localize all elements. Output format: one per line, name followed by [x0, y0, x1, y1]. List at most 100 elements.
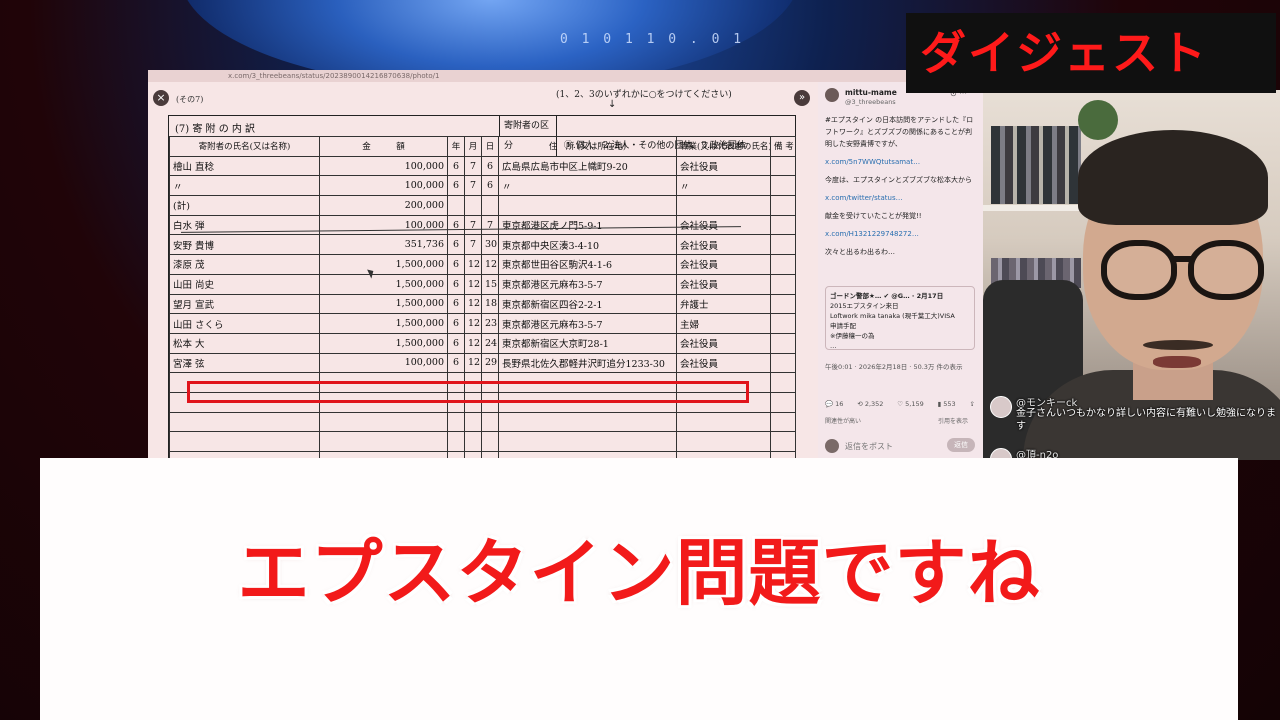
tweet-link[interactable]: x.com/H1321229748272… — [825, 228, 975, 240]
digest-badge: ダイジェスト — [906, 13, 1276, 93]
classification-box: 寄附者の区分 ①.個人 2.法人・その他の団体 3.政治団体 — [499, 116, 798, 156]
tweet-author-name[interactable]: mittu-mame — [845, 88, 897, 97]
cell-occupation: 〃 — [676, 175, 771, 197]
cell-address — [498, 431, 677, 452]
cell-name: (計) — [169, 195, 320, 216]
quote-author: ゴードン警部★… ✔ @G… · 2月17日 — [830, 292, 944, 300]
url-bar[interactable]: x.com/3_threebeans/status/20238900142168… — [148, 70, 983, 82]
table-row — [169, 411, 796, 433]
quote-line: … — [830, 342, 837, 350]
table-row: 漆原 茂 1,500,000 6 12 12 東京都世田谷区駒沢4-1-6 会社役員 — [169, 254, 796, 275]
table-row: 望月 宣武 1,500,000 6 12 18 東京都新宿区四谷2-2-1 弁護士 — [169, 293, 796, 315]
cell-m: 12 — [464, 273, 482, 295]
share-icon[interactable]: ⇪ — [970, 400, 975, 408]
cell-amount: 351,736 — [319, 234, 448, 256]
cell-d: 12 — [481, 254, 499, 275]
bookshelf-books — [991, 126, 1081, 204]
related-sort[interactable]: 関連性が高い — [825, 416, 861, 425]
cell-amount — [319, 431, 448, 452]
cell-remarks — [770, 175, 796, 197]
cell-address — [498, 411, 677, 433]
cell-d — [481, 431, 499, 452]
cell-m: 7 — [464, 234, 482, 256]
col-header-occupation: 職業(又は代表者の氏名) — [676, 136, 771, 157]
quoted-tweet[interactable]: ゴードン警部★… ✔ @G… · 2月17日 2015エプスタイン来日 Loft… — [825, 286, 975, 350]
cell-y: 6 — [447, 273, 465, 295]
cell-remarks — [770, 431, 796, 452]
cell-address — [498, 195, 677, 216]
cell-occupation: 会社役員 — [676, 273, 771, 295]
bookmark-count[interactable]: ▮ 553 — [938, 400, 956, 408]
section-title: (7) 寄 附 の 内 訳 — [175, 124, 256, 135]
retweet-count[interactable]: ⟲ 2,352 — [857, 400, 883, 408]
tweet-link[interactable]: x.com/twitter/status… — [825, 192, 975, 204]
close-icon[interactable]: × — [153, 90, 169, 106]
cell-address: 東京都新宿区大京町28-1 — [498, 332, 677, 354]
cell-amount: 200,000 — [319, 195, 448, 216]
cell-m — [464, 431, 482, 452]
globe-digits: 0 1 0 1 1 0 . 0 1 — [560, 32, 745, 47]
caption-text: エプスタイン問題ですね — [237, 531, 1041, 615]
bookshelf — [983, 205, 1093, 211]
cell-y — [447, 195, 465, 216]
retweet-count-value: 2,352 — [864, 400, 884, 408]
col-header-name: 寄附者の氏名(又は名称) — [169, 136, 320, 157]
like-count-value: 5,159 — [905, 400, 924, 408]
cell-remarks — [770, 352, 796, 374]
reply-count[interactable]: 💬 16 — [825, 400, 843, 408]
cell-m: 7 — [464, 175, 482, 197]
bookmark-count-value: 553 — [943, 400, 956, 408]
cell-d: 6 — [481, 155, 499, 177]
donation-table: 寄附者の氏名(又は名称) 金 額 年 月 日 住 所 (又は所在地) 職業(又は… — [169, 136, 796, 460]
col-header-remarks: 備 考 — [770, 136, 796, 157]
tweet-author-handle[interactable]: @3_threebeans — [845, 98, 896, 106]
cell-d — [481, 411, 499, 433]
cell-y — [447, 431, 465, 452]
table-row: 松本 大 1,500,000 6 12 24 東京都新宿区大京町28-1 会社役員 — [169, 332, 796, 354]
cell-m: 12 — [464, 313, 482, 334]
cell-name: 松本 大 — [169, 332, 320, 354]
cell-amount: 1,500,000 — [319, 254, 448, 275]
cell-y: 6 — [447, 155, 465, 177]
reply-button[interactable]: 返信 — [947, 438, 975, 452]
table-row: 〃 100,000 6 7 6 〃〃 — [169, 175, 796, 197]
cell-occupation: 会社役員 — [676, 234, 771, 256]
cell-address: 東京都中央区湊3-4-10 — [498, 234, 677, 256]
cell-d — [481, 195, 499, 216]
next-image-icon[interactable]: » — [794, 90, 810, 106]
cell-occupation: 主婦 — [676, 313, 771, 334]
table-row: 檜山 直稔 100,000 6 7 6 広島県広島市中区上幟町9-20 会社役員 — [169, 155, 796, 177]
view-quotes-link[interactable]: 引用を表示 — [938, 416, 968, 425]
cell-amount: 1,500,000 — [319, 332, 448, 354]
commenter-avatar — [990, 396, 1012, 418]
reply-input[interactable]: 返信をポスト — [845, 441, 893, 452]
cell-remarks — [770, 332, 796, 354]
reply-composer: 返信をポスト 返信 — [825, 437, 975, 455]
cell-remarks — [770, 254, 796, 275]
tweet-paragraph: 次々と出るわ出るわ… — [825, 248, 895, 256]
cell-m: 12 — [464, 293, 482, 315]
reply-count-value: 16 — [835, 400, 844, 408]
cell-y: 6 — [447, 234, 465, 256]
donation-ledger-document: (7) 寄 附 の 内 訳 寄附者の区分 ①.個人 2.法人・その他の団体 3.… — [168, 115, 796, 460]
col-header-day: 日 — [481, 136, 499, 157]
cell-remarks — [770, 411, 796, 433]
avatar[interactable] — [825, 88, 839, 102]
table-body: 檜山 直稔 100,000 6 7 6 広島県広島市中区上幟町9-20 会社役員〃 100,0… — [169, 155, 796, 460]
cell-remarks — [770, 372, 796, 393]
presenter-hair — [1078, 130, 1268, 225]
like-count[interactable]: ♡ 5,159 — [897, 400, 924, 408]
cell-occupation — [676, 431, 771, 452]
cell-name: 望月 宣武 — [169, 293, 320, 315]
cell-name — [169, 431, 320, 452]
col-header-year: 年 — [447, 136, 465, 157]
cell-name: 安野 貴博 — [169, 234, 320, 256]
tweet-link[interactable]: x.com/5n7WWQtutsamat… — [825, 156, 975, 168]
cell-occupation: 会社役員 — [676, 155, 771, 177]
cell-d: 23 — [481, 313, 499, 334]
cell-m: 12 — [464, 352, 482, 374]
avatar — [825, 439, 839, 453]
cell-d: 24 — [481, 332, 499, 354]
mustache — [1143, 340, 1213, 350]
document-arrow: ↓ — [608, 99, 617, 110]
